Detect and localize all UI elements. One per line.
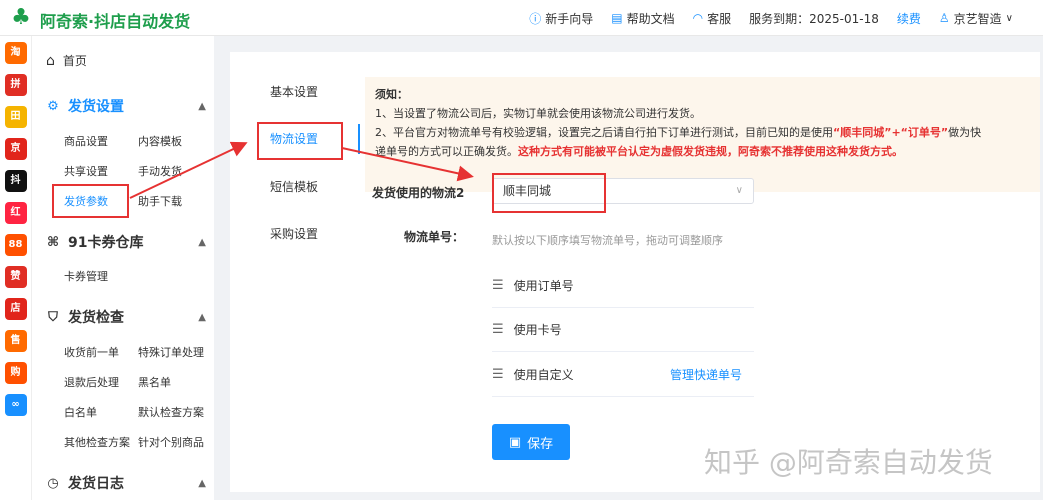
arrow-to-tab xyxy=(129,141,248,199)
watermark: 知乎 @阿奇索自动发货 xyxy=(704,446,993,479)
annotation-arrows xyxy=(129,141,474,199)
arrow-to-select xyxy=(341,147,474,182)
